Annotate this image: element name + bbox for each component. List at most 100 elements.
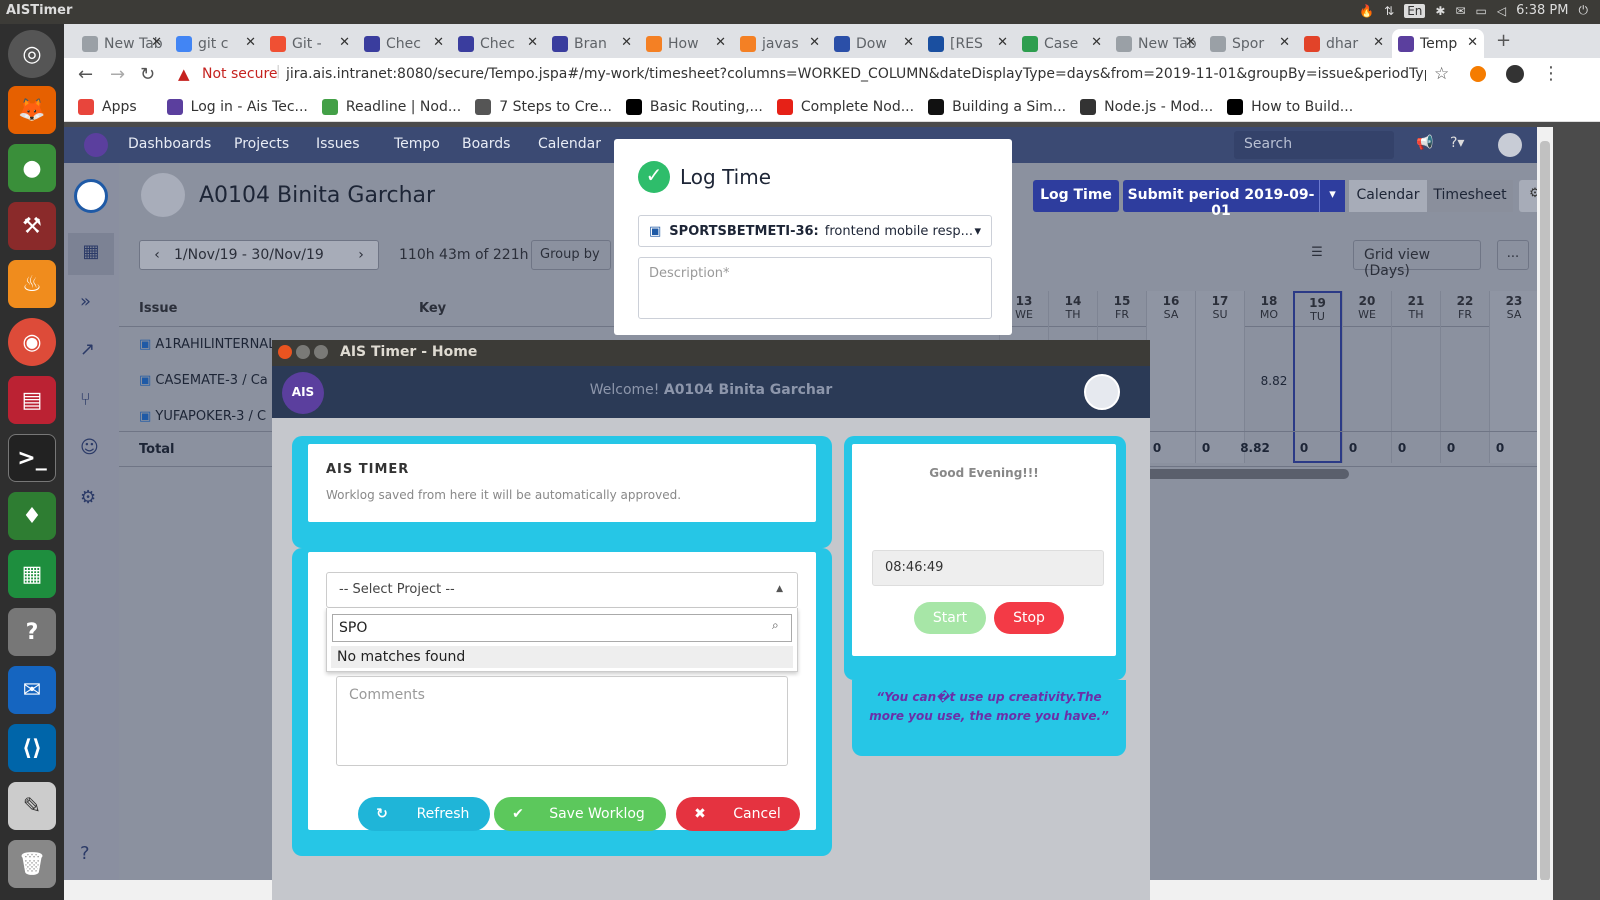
tab-close-icon[interactable]: ✕ [1467,35,1478,50]
extension-icon[interactable] [1470,66,1486,82]
star-icon[interactable]: ☆ [1434,64,1449,84]
text-editor-icon[interactable]: ✎ [8,782,56,830]
ubuntu-icon[interactable]: ◎ [8,30,56,78]
tab-close-icon[interactable]: ✕ [1279,35,1290,50]
browser-tab[interactable]: Spor ✕ [1204,29,1296,58]
bookmark-item[interactable]: How to Build... [1227,98,1353,115]
mail-icon[interactable]: ✉ [1455,4,1465,18]
casemate-hours[interactable]: 8.82 [1254,374,1294,388]
tab-close-icon[interactable]: ✕ [339,35,350,50]
flow-icon[interactable]: ⑂ [80,389,91,410]
firefox-icon[interactable]: 🦊 [8,86,56,134]
browser-tab[interactable]: Case ✕ [1016,29,1108,58]
refresh-button[interactable]: ↻ Refresh [358,797,490,831]
prev-period-icon[interactable]: ‹ [140,247,174,263]
tab-close-icon[interactable]: ✕ [1185,35,1196,50]
nav-boards[interactable]: Boards [462,136,510,152]
settings-tools-icon[interactable]: ⚒ [8,202,56,250]
gear-icon[interactable]: ⚙ [80,487,96,508]
next-period-icon[interactable]: › [344,247,378,263]
tab-close-icon[interactable]: ✕ [151,35,162,50]
flame-icon[interactable]: 🔥 [1359,4,1374,18]
nav-projects[interactable]: Projects [234,136,289,152]
file-manager-icon[interactable]: ▤ [8,376,56,424]
help-icon[interactable]: ? [8,608,56,656]
tab-close-icon[interactable]: ✕ [997,35,1008,50]
project-search-input[interactable]: SPO [332,614,792,642]
clock[interactable]: 6:38 PM [1516,3,1568,18]
jira-search-input[interactable]: Search [1234,131,1394,159]
volume-icon[interactable]: ◁ [1497,4,1506,18]
tab-close-icon[interactable]: ✕ [621,35,632,50]
new-tab-icon[interactable]: + [1496,30,1511,51]
chrome-icon[interactable]: ◉ [8,318,56,366]
issue-select[interactable]: ▣ SPORTSBETMETI-36: frontend mobile resp… [638,215,992,247]
description-input[interactable]: Description* [638,257,992,319]
calendar-icon[interactable]: ▦ [68,233,114,275]
browser-tab[interactable]: Chec ✕ [452,29,544,58]
not-secure-label[interactable]: Not secure [202,66,278,82]
bookmark-item[interactable]: Basic Routing,... [625,98,763,115]
group-by-select[interactable]: Group by [531,240,611,270]
close-icon[interactable] [278,345,292,359]
url-input[interactable]: jira.ais.intranet:8080/secure/Tempo.jspa… [286,66,1426,82]
submit-period-button[interactable]: Submit period 2019-09-01 [1123,180,1319,219]
bookmark-item[interactable]: Building a Sim... [928,98,1066,115]
bookmark-item[interactable]: Node.js - Mod... [1080,98,1213,115]
help-circle-icon[interactable]: ? [80,843,90,864]
avatar[interactable] [1498,133,1522,157]
cancel-button[interactable]: ✖ Cancel [676,797,800,831]
battery-icon[interactable]: ▭ [1476,4,1487,18]
vscode-icon[interactable]: ⟨⟩ [8,724,56,772]
browser-tab[interactable]: Chec ✕ [358,29,450,58]
bluetooth-icon[interactable]: ✱ [1435,4,1445,18]
period-label[interactable]: 1/Nov/19 - 30/Nov/19 [174,247,344,263]
nav-tempo[interactable]: Tempo [394,136,440,152]
browser-tab[interactable]: Bran ✕ [546,29,638,58]
tab-close-icon[interactable]: ✕ [715,35,726,50]
avatar[interactable] [1084,374,1120,410]
nav-calendar[interactable]: Calendar [538,136,601,152]
start-button[interactable]: Start [914,602,986,634]
timesheet-view-button[interactable]: Timesheet [1427,180,1513,212]
screen-recorder-icon[interactable]: ● [8,144,56,192]
tab-close-icon[interactable]: ✕ [1091,35,1102,50]
vertical-scrollbar[interactable] [1537,127,1553,881]
browser-tab[interactable]: Git - ✕ [264,29,356,58]
browser-tab[interactable]: [RES ✕ [922,29,1014,58]
terminal-icon[interactable]: >_ [8,434,56,482]
browser-tab[interactable]: git c ✕ [170,29,262,58]
bookmark-item[interactable]: Readline | Nod... [321,98,461,115]
mail-client-icon[interactable]: ✉ [8,666,56,714]
grid-view-select[interactable]: Grid view (Days) [1353,240,1481,279]
maximize-icon[interactable] [314,345,328,359]
browser-tab[interactable]: New Tab ✕ [76,29,168,58]
stop-button[interactable]: Stop [994,602,1064,634]
menu-icon[interactable]: ⋮ [1542,63,1560,84]
tab-close-icon[interactable]: ✕ [527,35,538,50]
browser-tab[interactable]: Temp ✕ [1392,29,1484,58]
project-select[interactable]: -- Select Project -- ▲ [326,572,798,608]
log-time-button[interactable]: Log Time [1033,180,1119,212]
flame-app-icon[interactable]: ♨ [8,260,56,308]
trash-icon[interactable]: 🗑 [8,840,56,888]
profile-icon[interactable] [1506,65,1524,83]
browser-tab[interactable]: Dow ✕ [828,29,920,58]
forward-icon[interactable]: → [110,64,125,85]
bookmark-item[interactable]: 7 Steps to Cre... [475,98,612,115]
user-circle-icon[interactable]: ☺ [80,437,99,458]
comments-input[interactable]: Comments [336,676,788,766]
nav-issues[interactable]: Issues [316,136,360,152]
tab-close-icon[interactable]: ✕ [809,35,820,50]
forward-circle-icon[interactable]: » [80,291,91,312]
warning-icon[interactable]: ▲ [178,65,190,83]
save-worklog-button[interactable]: ✔ Save Worklog [494,797,666,831]
tab-close-icon[interactable]: ✕ [433,35,444,50]
bookmark-item[interactable]: Apps [78,98,137,115]
horizontal-scrollbar[interactable] [1129,469,1349,479]
bookmark-item[interactable]: Log in - Ais Tec... [166,98,308,115]
minimize-icon[interactable] [296,345,310,359]
more-button[interactable]: ... [1497,240,1529,270]
period-picker[interactable]: ‹ 1/Nov/19 - 30/Nov/19 › [139,240,379,270]
reload-icon[interactable]: ↻ [140,64,155,85]
